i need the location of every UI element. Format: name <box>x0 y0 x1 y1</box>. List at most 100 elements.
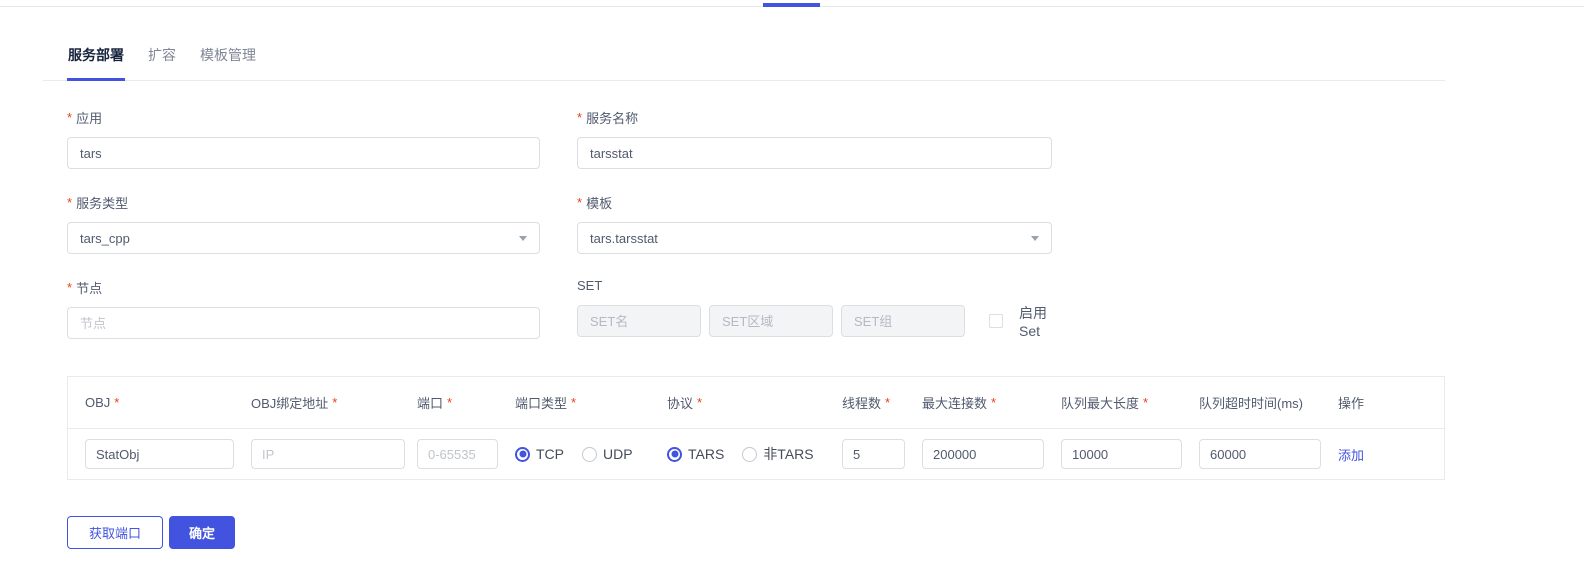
bind-address-input[interactable] <box>251 439 405 469</box>
tab-service-deploy[interactable]: 服务部署 <box>67 45 125 81</box>
header-text: 操作 <box>1338 393 1364 412</box>
header-text: 线程数 <box>842 393 881 412</box>
queue-timeout-input[interactable] <box>1199 439 1321 469</box>
set-name-input[interactable] <box>577 305 701 337</box>
app-label-text: 应用 <box>76 108 102 127</box>
app-input[interactable] <box>67 137 540 169</box>
tcp-radio[interactable]: TCP <box>515 446 564 462</box>
tab-bar: 服务部署 扩容 模板管理 <box>43 45 1445 81</box>
tab-template-manage[interactable]: 模板管理 <box>199 45 257 80</box>
non-tars-radio[interactable]: 非TARS <box>742 444 813 464</box>
required-asterisk: * <box>447 395 452 410</box>
header-text: OBJ <box>85 395 110 410</box>
required-asterisk: * <box>1143 395 1148 410</box>
set-label-text: SET <box>577 278 602 293</box>
header-text: 最大连接数 <box>922 393 987 412</box>
header-text: 队列超时时间(ms) <box>1199 393 1303 412</box>
tars-radio[interactable]: TARS <box>667 446 724 462</box>
protocol-radio-group: TARS 非TARS <box>667 444 814 464</box>
obj-cell <box>68 439 234 469</box>
deploy-card: 服务部署 扩容 模板管理 * 应用 * 服务名称 * 服务类型 tars_c <box>43 45 1445 549</box>
required-asterisk: * <box>114 395 119 410</box>
set-inputs-row: 启用Set <box>577 303 1052 339</box>
col-header-queue-timeout: 队列超时时间(ms) <box>1182 393 1321 412</box>
tab-expand[interactable]: 扩容 <box>147 45 177 80</box>
template-select[interactable]: tars.tarsstat <box>577 222 1052 254</box>
max-connections-cell <box>905 439 1044 469</box>
get-port-button[interactable]: 获取端口 <box>67 516 163 549</box>
service-type-label-text: 服务类型 <box>76 193 128 212</box>
required-asterisk: * <box>67 195 72 210</box>
service-name-label: * 服务名称 <box>577 108 1052 127</box>
radio-dot-icon <box>667 447 682 462</box>
udp-radio[interactable]: UDP <box>582 446 633 462</box>
radio-dot-icon <box>515 447 530 462</box>
chevron-down-icon <box>1031 236 1039 241</box>
service-name-input[interactable] <box>577 137 1052 169</box>
threads-cell <box>825 439 905 469</box>
required-asterisk: * <box>577 110 582 125</box>
required-asterisk: * <box>332 395 337 410</box>
radio-dot-icon <box>582 447 597 462</box>
header-text: 协议 <box>667 393 693 412</box>
obj-table-header: OBJ * OBJ绑定地址 * 端口 * 端口类型 * 协议 * 线程数 * <box>68 377 1444 429</box>
add-row-link[interactable]: 添加 <box>1338 445 1364 464</box>
field-node: * 节点 <box>67 278 540 339</box>
form-actions: 获取端口 确定 <box>67 516 1445 549</box>
col-header-obj: OBJ * <box>68 395 234 410</box>
enable-set-checkbox[interactable] <box>989 314 1003 328</box>
node-input[interactable] <box>67 307 540 339</box>
field-service-name: * 服务名称 <box>577 108 1052 169</box>
col-header-port-type: 端口类型 * <box>498 393 650 412</box>
queue-timeout-cell <box>1182 439 1321 469</box>
field-service-type: * 服务类型 tars_cpp <box>67 193 540 254</box>
queue-max-length-input[interactable] <box>1061 439 1182 469</box>
port-input[interactable] <box>417 439 498 469</box>
radio-dot-icon <box>742 447 757 462</box>
service-type-select[interactable]: tars_cpp <box>67 222 540 254</box>
port-type-radio-group: TCP UDP <box>515 446 633 462</box>
obj-config-table: OBJ * OBJ绑定地址 * 端口 * 端口类型 * 协议 * 线程数 * <box>67 376 1445 480</box>
service-type-value: tars_cpp <box>80 231 130 246</box>
confirm-button[interactable]: 确定 <box>169 516 235 549</box>
deploy-form: * 应用 * 服务名称 * 服务类型 tars_cpp * <box>43 108 1445 339</box>
field-app: * 应用 <box>67 108 540 169</box>
top-nav-bottom-edge <box>0 0 1584 7</box>
field-set: SET 启用Set <box>577 278 1052 339</box>
template-value: tars.tarsstat <box>590 231 658 246</box>
protocol-cell: TARS 非TARS <box>650 444 825 464</box>
bind-address-cell <box>234 439 400 469</box>
header-text: 队列最大长度 <box>1061 393 1139 412</box>
required-asterisk: * <box>67 110 72 125</box>
obj-table-row: TCP UDP TARS 非TARS <box>68 429 1444 479</box>
col-header-max-connections: 最大连接数 * <box>905 393 1044 412</box>
header-text: 端口类型 <box>515 393 567 412</box>
top-nav-active-indicator <box>763 3 820 7</box>
template-label-text: 模板 <box>586 193 612 212</box>
required-asterisk: * <box>67 280 72 295</box>
udp-radio-label: UDP <box>603 446 633 462</box>
col-header-threads: 线程数 * <box>825 393 905 412</box>
non-tars-radio-label: 非TARS <box>763 444 813 464</box>
required-asterisk: * <box>571 395 576 410</box>
set-area-input[interactable] <box>709 305 833 337</box>
required-asterisk: * <box>697 395 702 410</box>
field-template: * 模板 tars.tarsstat <box>577 193 1052 254</box>
tars-radio-label: TARS <box>688 446 724 462</box>
threads-input[interactable] <box>842 439 905 469</box>
tcp-radio-label: TCP <box>536 446 564 462</box>
required-asterisk: * <box>577 195 582 210</box>
header-text: 端口 <box>417 393 443 412</box>
header-text: OBJ绑定地址 <box>251 393 328 412</box>
obj-input[interactable] <box>85 439 234 469</box>
action-cell: 添加 <box>1321 445 1444 464</box>
service-name-label-text: 服务名称 <box>586 108 638 127</box>
set-group-input[interactable] <box>841 305 965 337</box>
col-header-action: 操作 <box>1321 393 1444 412</box>
set-label: SET <box>577 278 1052 293</box>
port-cell <box>400 439 498 469</box>
enable-set-label[interactable]: 启用Set <box>1019 303 1052 339</box>
app-label: * 应用 <box>67 108 540 127</box>
max-connections-input[interactable] <box>922 439 1044 469</box>
col-header-port: 端口 * <box>400 393 498 412</box>
